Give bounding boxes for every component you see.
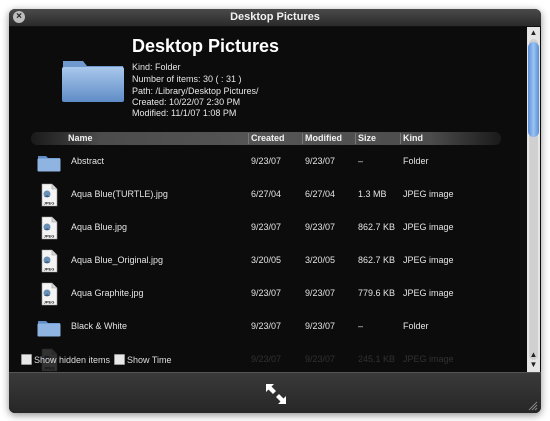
show-time-toggle[interactable]: Show Time [114, 354, 172, 365]
folder-icon [37, 156, 61, 172]
column-modified[interactable]: Modified [305, 132, 342, 145]
kind-cell: JPEG image [403, 189, 454, 199]
resize-grip-icon[interactable] [528, 401, 538, 411]
kind-cell: JPEG image [403, 255, 454, 265]
modified-text: Modified: 11/1/07 1:08 PM [132, 108, 237, 118]
created-cell: 9/23/07 [251, 321, 282, 331]
scroll-thumb[interactable] [528, 42, 539, 137]
kind-text: Kind: Folder [132, 62, 181, 72]
content-area: Desktop Pictures Kind: Folder Number of … [9, 27, 526, 372]
created-cell: 9/23/07 [251, 354, 282, 364]
size-cell: 245.1 KB [358, 354, 396, 364]
table-row[interactable]: JPEG Aqua Blue_Original.jpg 3/20/05 3/20/05… [31, 246, 501, 276]
scroll-down-icon[interactable]: ▼ [527, 360, 540, 370]
size-cell: 779.6 KB [358, 288, 396, 298]
column-size[interactable]: Size [358, 132, 376, 145]
show-hidden-label: Show hidden items [34, 354, 111, 365]
kind-cell: JPEG image [403, 288, 454, 298]
fullscreen-icon[interactable] [263, 381, 289, 407]
table-row[interactable]: JPEG Aqua Blue(TURTLE).jpg 6/27/04 6/27/04 1… [31, 180, 501, 210]
modified-cell: 9/23/07 [305, 156, 336, 166]
file-name-cell: Abstract [71, 156, 105, 166]
jpeg-file-icon: JPEG [41, 183, 58, 207]
column-divider [355, 133, 356, 144]
kind-cell: Folder [403, 156, 429, 166]
folder-name: Desktop Pictures [132, 36, 280, 56]
file-name-cell: Black & White [71, 321, 128, 331]
show-time-checkbox[interactable] [114, 354, 125, 365]
modified-cell: 3/20/05 [305, 255, 336, 265]
jpeg-badge-text: JPEG [44, 201, 55, 206]
table-row[interactable]: JPEG Aqua Blue.jpg 9/23/07 9/23/07 862.7 KB J… [31, 213, 501, 243]
window-title: Desktop Pictures [230, 11, 320, 23]
table-row[interactable]: Abstract 9/23/07 9/23/07 – Folder [31, 147, 501, 177]
kind-cell: JPEG image [403, 222, 454, 232]
jpeg-badge-text: JPEG [44, 366, 55, 371]
modified-cell: 9/23/07 [305, 354, 336, 364]
items-count-text: Number of items: 30 ( : 31 ) [132, 74, 242, 84]
show-hidden-toggle[interactable]: Show hidden items [21, 354, 110, 365]
scroll-up-icon[interactable]: ▲ [527, 28, 540, 38]
size-cell: 862.7 KB [358, 255, 396, 265]
created-cell: 9/23/07 [251, 222, 282, 232]
size-cell: 1.3 MB [358, 189, 387, 199]
jpeg-badge-text: JPEG [44, 300, 55, 305]
kind-cell: Folder [403, 321, 429, 331]
column-kind[interactable]: Kind [403, 132, 423, 145]
quicklook-window: × Desktop Pictures Desktop Pictures Kind… [9, 9, 541, 413]
size-cell: – [358, 321, 364, 331]
created-cell: 6/27/04 [251, 189, 282, 199]
show-time-label: Show Time [127, 354, 172, 365]
column-name[interactable]: Name [68, 132, 93, 145]
jpeg-file-icon: JPEG [41, 216, 58, 240]
file-name-cell: Aqua Blue(TURTLE).jpg [71, 189, 168, 199]
path-text: Path: /Library/Desktop Pictures/ [132, 86, 259, 96]
file-name-cell: Aqua Graphite.jpg [71, 288, 144, 298]
scroll-down-icon[interactable]: ▲ [527, 350, 540, 360]
table-row[interactable]: Black & White 9/23/07 9/23/07 – Folder [31, 312, 501, 342]
modified-cell: 9/23/07 [305, 288, 336, 298]
kind-cell: JPEG image [403, 354, 454, 364]
created-cell: 9/23/07 [251, 156, 282, 166]
size-cell: – [358, 156, 364, 166]
title-bar[interactable]: × Desktop Pictures [9, 9, 541, 27]
column-created[interactable]: Created [251, 132, 285, 145]
column-divider [400, 133, 401, 144]
file-name-cell: Aqua Blue.jpg [71, 222, 128, 232]
vertical-scrollbar[interactable]: ▲ ▲ ▼ [527, 27, 540, 372]
created-text: Created: 10/22/07 2:30 PM [132, 97, 241, 107]
table-row[interactable]: JPEG Aqua Graphite.jpg 9/23/07 9/23/07 779.6… [31, 279, 501, 309]
column-divider [248, 133, 249, 144]
jpeg-file-icon: JPEG [41, 249, 58, 273]
created-cell: 3/20/05 [251, 255, 282, 265]
jpeg-file-icon: JPEG [41, 282, 58, 306]
created-cell: 9/23/07 [251, 288, 282, 298]
size-cell: 862.7 KB [358, 222, 396, 232]
folder-icon [37, 321, 61, 337]
file-name-cell: Aqua Blue_Original.jpg [71, 255, 164, 265]
modified-cell: 6/27/04 [305, 189, 336, 199]
show-hidden-checkbox[interactable] [21, 354, 32, 365]
column-divider [302, 133, 303, 144]
bottom-toolbar [9, 372, 541, 413]
modified-cell: 9/23/07 [305, 321, 336, 331]
jpeg-badge-text: JPEG [44, 234, 55, 239]
jpeg-badge-text: JPEG [44, 267, 55, 272]
column-header: Name Created Modified Size Kind [31, 132, 501, 145]
modified-cell: 9/23/07 [305, 222, 336, 232]
folder-icon [62, 61, 124, 102]
